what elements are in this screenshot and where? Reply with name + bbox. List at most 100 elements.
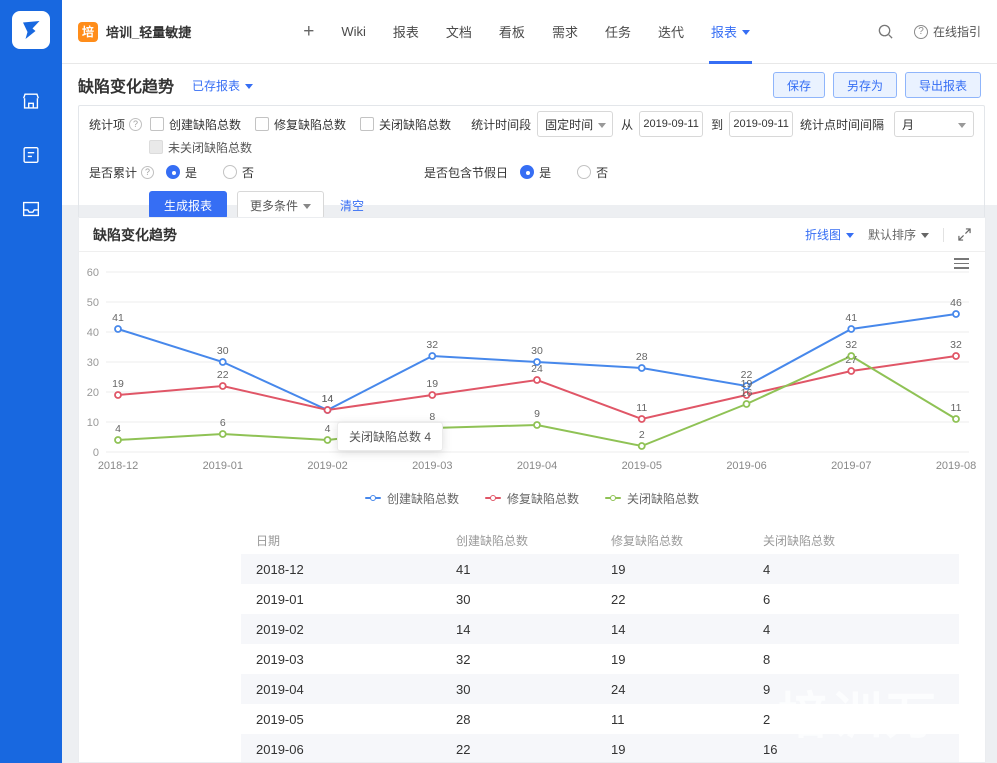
- legend-dot-icon: [610, 495, 616, 501]
- table-row[interactable]: 2019-0528112: [241, 704, 959, 734]
- stat-option-1[interactable]: 修复缺陷总数: [255, 116, 346, 133]
- trend-line-chart[interactable]: 01020304050602018-122019-012019-022019-0…: [79, 254, 985, 484]
- legend-marker-icon: [365, 497, 381, 499]
- cumulative-no-radio[interactable]: 否: [223, 164, 254, 181]
- svg-text:11: 11: [951, 402, 962, 414]
- table-cell: 4: [748, 622, 959, 637]
- chevron-down-icon: [921, 233, 929, 242]
- radio-label: 是: [185, 164, 197, 181]
- svg-text:46: 46: [950, 297, 962, 309]
- time-range-value: 固定时间: [545, 116, 593, 133]
- navbar-right: ? 在线指引: [877, 23, 981, 40]
- sidebar-item-workbench[interactable]: [19, 89, 43, 113]
- sidebar: [0, 0, 62, 763]
- table-cell: 11: [596, 712, 748, 727]
- export-report-button[interactable]: 导出报表: [905, 72, 981, 98]
- nav-item-7[interactable]: 迭代: [658, 0, 684, 64]
- nav-item-label: 文档: [446, 22, 472, 41]
- interval-select[interactable]: 月: [894, 111, 974, 137]
- to-date-input[interactable]: 2019-09-11: [729, 111, 793, 137]
- expand-icon[interactable]: [958, 228, 971, 241]
- online-guide-link[interactable]: ? 在线指引: [914, 23, 981, 40]
- table-row[interactable]: 2018-1241194: [241, 554, 959, 584]
- radio-selected-icon[interactable]: [166, 165, 180, 179]
- nav-item-5[interactable]: 需求: [552, 0, 578, 64]
- chart-type-select[interactable]: 折线图: [805, 226, 854, 243]
- radio-label: 否: [242, 164, 254, 181]
- checkbox-icon[interactable]: [150, 117, 164, 131]
- svg-text:19: 19: [112, 378, 124, 390]
- filter-panel: 统计项 ? 创建缺陷总数修复缺陷总数关闭缺陷总数 统计时间段 固定时间 从 20…: [78, 105, 985, 227]
- nav-item-1[interactable]: Wiki: [341, 0, 366, 64]
- svg-text:2019-06: 2019-06: [726, 460, 766, 472]
- legend-item-1[interactable]: 修复缺陷总数: [485, 490, 579, 507]
- sidebar-item-report[interactable]: [19, 143, 43, 167]
- table-row[interactable]: 2019-0214144: [241, 614, 959, 644]
- legend-dot-icon: [370, 495, 376, 501]
- app-logo[interactable]: [12, 11, 50, 49]
- table-row[interactable]: 2019-06221916: [241, 734, 959, 763]
- workspace-badge[interactable]: 培: [78, 22, 98, 42]
- interval-value: 月: [902, 116, 914, 133]
- workspace-name[interactable]: 培训_轻量敏捷: [106, 22, 191, 41]
- sidebar-item-inbox[interactable]: [19, 197, 43, 221]
- svg-text:22: 22: [217, 369, 229, 381]
- nav-item-2[interactable]: 报表: [393, 0, 419, 64]
- nav-item-label: 报表: [711, 22, 737, 41]
- table-row[interactable]: 2019-0332198: [241, 644, 959, 674]
- info-icon[interactable]: ?: [129, 118, 142, 131]
- chart-title: 缺陷变化趋势: [93, 225, 177, 245]
- table-cell: 16: [748, 742, 959, 757]
- cumulative-yes-radio[interactable]: 是: [166, 164, 197, 181]
- radio-icon[interactable]: [577, 165, 591, 179]
- nav-item-0[interactable]: +: [303, 0, 314, 64]
- svg-text:19: 19: [426, 378, 438, 390]
- holiday-yes-radio[interactable]: 是: [520, 164, 551, 181]
- table-row[interactable]: 2019-0130226: [241, 584, 959, 614]
- help-circle-icon: ?: [914, 25, 928, 39]
- checkbox-icon[interactable]: [255, 117, 269, 131]
- holiday-no-radio[interactable]: 否: [577, 164, 608, 181]
- saved-reports-dropdown[interactable]: 已存报表: [192, 77, 253, 94]
- radio-icon[interactable]: [223, 165, 237, 179]
- svg-text:30: 30: [531, 345, 543, 357]
- chart-menu-icon[interactable]: [954, 258, 969, 269]
- stat-option-0[interactable]: 创建缺陷总数: [150, 116, 241, 133]
- save-button[interactable]: 保存: [773, 72, 825, 98]
- radio-selected-icon[interactable]: [520, 165, 534, 179]
- chart-tooltip: 关闭缺陷总数 4: [337, 422, 443, 451]
- report-table: 日期创建缺陷总数修复缺陷总数关闭缺陷总数 2018-12411942019-01…: [241, 526, 959, 763]
- more-conditions-button[interactable]: 更多条件: [237, 191, 324, 219]
- sort-select[interactable]: 默认排序: [868, 226, 929, 243]
- vertical-divider: [943, 228, 944, 242]
- save-as-button[interactable]: 另存为: [833, 72, 897, 98]
- from-date-input[interactable]: 2019-09-11: [639, 111, 703, 137]
- interval-label: 统计点时间间隔: [800, 116, 884, 133]
- nav-item-8[interactable]: 报表: [711, 0, 750, 64]
- table-header-row: 日期创建缺陷总数修复缺陷总数关闭缺陷总数: [241, 526, 959, 554]
- checkbox-icon[interactable]: [360, 117, 374, 131]
- generate-report-button[interactable]: 生成报表: [149, 191, 227, 219]
- legend-item-2[interactable]: 关闭缺陷总数: [605, 490, 699, 507]
- cumulative-label: 是否累计 ?: [89, 164, 154, 181]
- table-row[interactable]: 2019-0430249: [241, 674, 959, 704]
- info-icon[interactable]: ?: [141, 166, 154, 179]
- nav-item-label: 迭代: [658, 22, 684, 41]
- checkbox-label: 创建缺陷总数: [169, 116, 241, 133]
- nav-item-3[interactable]: 文档: [446, 0, 472, 64]
- svg-text:11: 11: [636, 402, 647, 414]
- chart-area: 01020304050602018-122019-012019-022019-0…: [79, 252, 985, 486]
- nav-item-4[interactable]: 看板: [499, 0, 525, 64]
- legend-item-0[interactable]: 创建缺陷总数: [365, 490, 459, 507]
- checkbox-icon[interactable]: [149, 140, 163, 154]
- stat-item-label: 统计项 ?: [89, 116, 142, 133]
- clear-button[interactable]: 清空: [340, 197, 364, 214]
- nav-item-6[interactable]: 任务: [605, 0, 631, 64]
- stat-option-2[interactable]: 关闭缺陷总数: [360, 116, 451, 133]
- time-range-label: 统计时间段: [471, 116, 531, 133]
- search-icon[interactable]: [877, 23, 894, 40]
- table-cell: 32: [441, 652, 596, 667]
- time-range-select[interactable]: 固定时间: [537, 111, 613, 137]
- stat-option-unclosed[interactable]: 未关闭缺陷总数: [149, 139, 252, 156]
- chevron-down-icon: [742, 30, 750, 39]
